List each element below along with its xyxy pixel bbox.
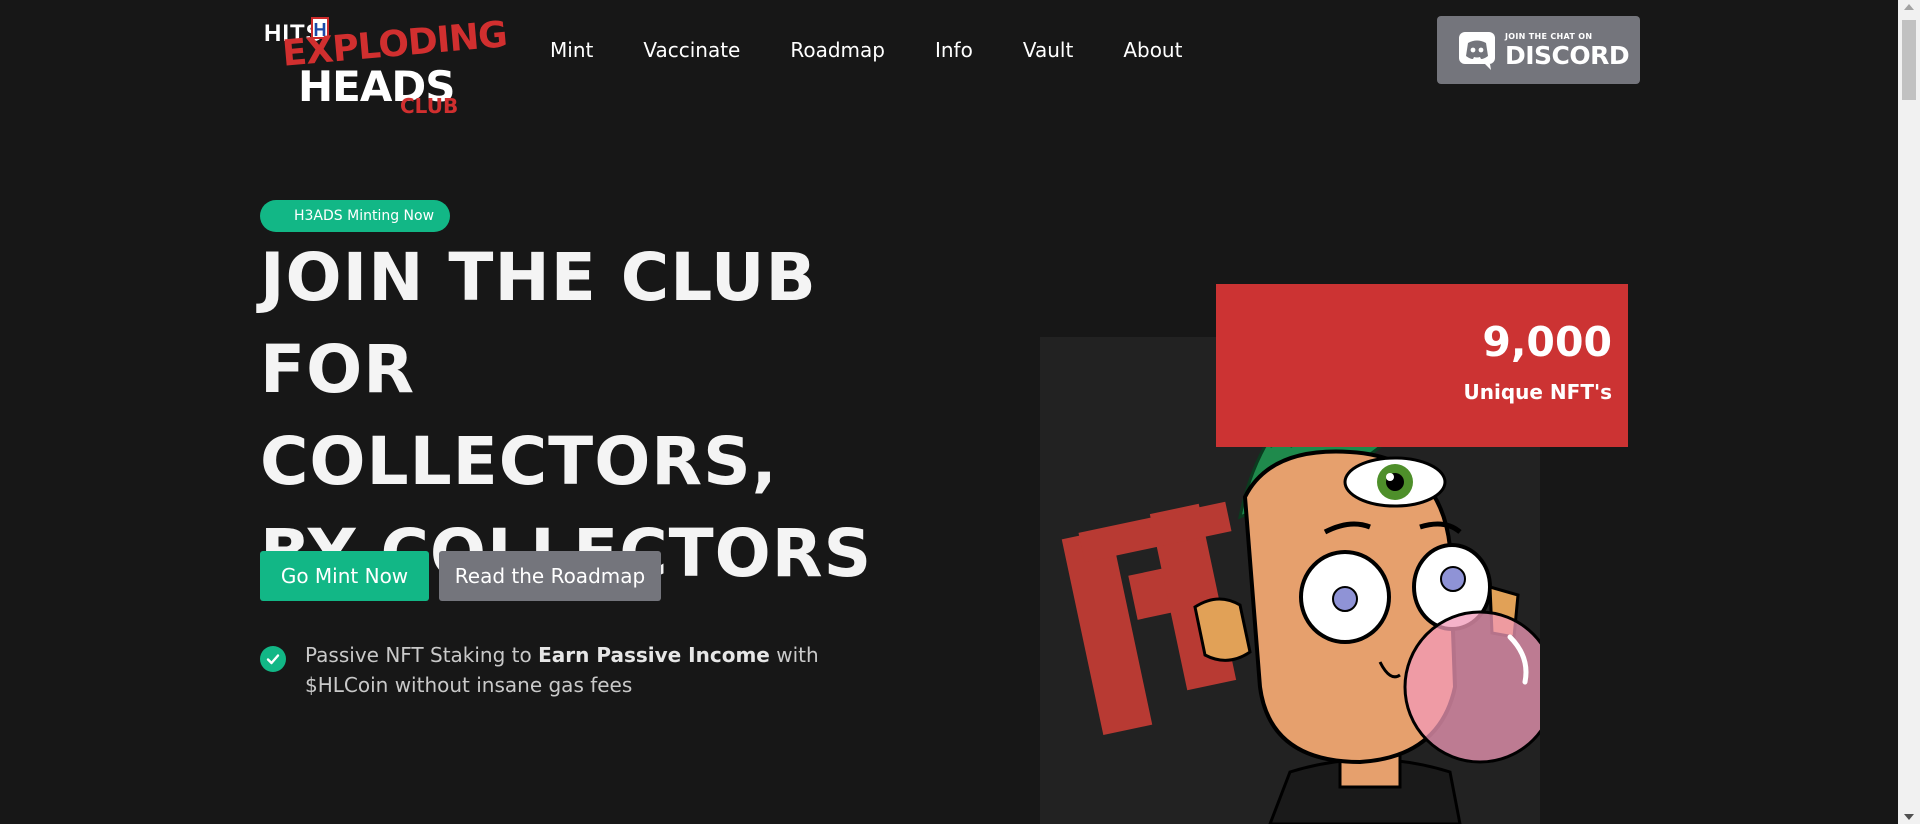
- page: HITS H EXPLODING HEADS CLUB Mint Vaccina…: [0, 0, 1898, 824]
- nav-mint[interactable]: Mint: [550, 36, 593, 64]
- site-logo[interactable]: HITS H EXPLODING HEADS CLUB: [262, 14, 508, 124]
- nav-info[interactable]: Info: [935, 36, 973, 64]
- nav-roadmap[interactable]: Roadmap: [790, 36, 885, 64]
- discord-icon: [1459, 32, 1495, 70]
- discord-label: JOIN THE CHAT ON DISCORD: [1505, 31, 1630, 70]
- scroll-thumb[interactable]: [1902, 20, 1916, 100]
- hero-title: JOIN THE CLUB FOR COLLECTORS, BY COLLECT…: [260, 232, 900, 600]
- feature-text-bold: Earn Passive Income: [538, 643, 770, 667]
- nav-vault[interactable]: Vault: [1023, 36, 1073, 64]
- hero-title-line-2: FOR COLLECTORS,: [260, 331, 778, 500]
- logo-club-text: CLUB: [400, 94, 459, 118]
- hero-title-line-1: JOIN THE CLUB: [260, 239, 817, 316]
- nft-count-value: 9,000: [1482, 318, 1612, 366]
- minting-status-badge: H3ADS Minting Now: [260, 200, 451, 232]
- discord-big-text: DISCORD: [1505, 40, 1630, 70]
- page-scrollbar[interactable]: [1898, 0, 1920, 824]
- scroll-up-arrow-icon[interactable]: [1904, 4, 1914, 10]
- check-icon: [260, 646, 286, 672]
- discord-button[interactable]: JOIN THE CHAT ON DISCORD: [1437, 16, 1640, 84]
- feature-item: Passive NFT Staking to Earn Passive Inco…: [260, 640, 900, 700]
- nav-about[interactable]: About: [1123, 36, 1182, 64]
- feature-text-pre: Passive NFT Staking to: [305, 643, 539, 667]
- read-roadmap-button[interactable]: Read the Roadmap: [439, 551, 661, 601]
- nft-count-label: Unique NFT's: [1463, 380, 1613, 404]
- discord-small-text: JOIN THE CHAT ON: [1505, 31, 1593, 41]
- feature-text: Passive NFT Staking to Earn Passive Inco…: [305, 640, 900, 700]
- scroll-down-arrow-icon[interactable]: [1904, 814, 1914, 820]
- go-mint-now-button[interactable]: Go Mint Now: [260, 551, 429, 601]
- nft-count-card: 9,000 Unique NFT's: [1216, 284, 1628, 447]
- nav-vaccinate[interactable]: Vaccinate: [643, 36, 740, 64]
- main-nav: Mint Vaccinate Roadmap Info Vault About: [550, 36, 1232, 64]
